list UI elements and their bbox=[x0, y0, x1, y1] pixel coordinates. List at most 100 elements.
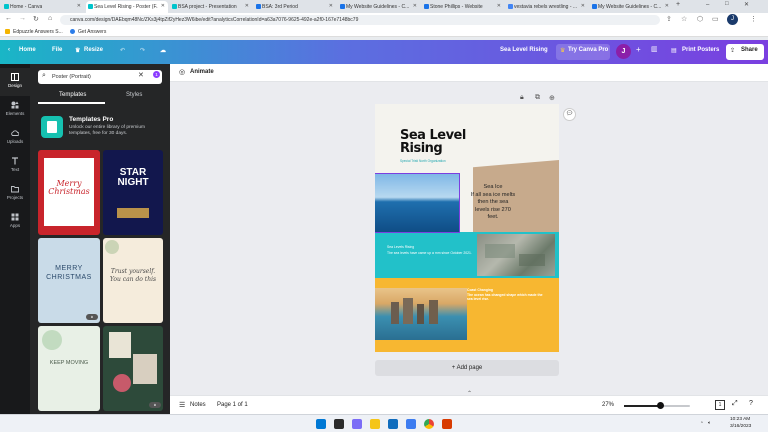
task-view-icon[interactable] bbox=[352, 419, 362, 429]
close-tab-icon[interactable]: ✕ bbox=[245, 3, 249, 9]
design-title[interactable]: Sea Level Rising bbox=[500, 47, 548, 53]
duplicate-page-icon[interactable]: ⧉ bbox=[535, 94, 540, 102]
bookmark-edpuzzle[interactable]: Edpuzzle Answers S... bbox=[13, 29, 63, 35]
help-icon[interactable]: ? bbox=[749, 400, 753, 407]
rail-item-elements[interactable]: Elements bbox=[0, 96, 30, 124]
extensions-icon[interactable]: ⬡ bbox=[697, 15, 703, 23]
body2-title[interactable]: Coast Changing bbox=[467, 288, 493, 292]
browser-tab[interactable]: My Website Guidelines - C... ✕ bbox=[338, 1, 420, 13]
insights-chart-icon[interactable]: ▥ bbox=[651, 45, 658, 53]
zoom-value[interactable]: 27% bbox=[602, 402, 614, 408]
windows-start-icon[interactable] bbox=[316, 419, 326, 429]
chrome-icon[interactable] bbox=[424, 419, 434, 429]
clock-date[interactable]: 3/16/2023 bbox=[730, 424, 751, 429]
browser-tab[interactable]: My Website Guidelines - C... ✕ bbox=[590, 1, 672, 13]
templates-pro-promo[interactable]: Templates Pro Unlock our entire library … bbox=[38, 114, 163, 142]
add-collaborator-icon[interactable]: + bbox=[636, 45, 641, 54]
bookmark-star-icon[interactable]: ☆ bbox=[681, 15, 687, 23]
redo-icon[interactable]: ↷ bbox=[140, 47, 145, 54]
browser-tab[interactable]: Sea Level Rising - Poster (F... ✕ bbox=[86, 1, 168, 13]
maximize-icon[interactable]: □ bbox=[725, 1, 729, 7]
poster-title-line2[interactable]: Rising bbox=[400, 142, 443, 155]
cloud-save-icon[interactable]: ☁ bbox=[160, 47, 166, 54]
template-thumb-star-night[interactable]: STAR NIGHT bbox=[103, 150, 163, 235]
new-tab-button[interactable]: + bbox=[676, 1, 680, 8]
submerged-city-image[interactable] bbox=[375, 288, 467, 340]
zoom-slider-handle[interactable] bbox=[656, 402, 664, 409]
flooded-city-image[interactable] bbox=[477, 234, 555, 276]
add-page-icon[interactable]: ⊕ bbox=[549, 94, 555, 102]
home-icon[interactable]: ⌂ bbox=[48, 15, 52, 22]
browser-tab[interactable]: Stone Phillips - Website ✕ bbox=[422, 1, 504, 13]
rail-item-projects[interactable]: Projects bbox=[0, 180, 30, 208]
body2-text[interactable]: The ocean has changed shape which made t… bbox=[467, 293, 547, 301]
close-tab-icon[interactable]: ✕ bbox=[413, 3, 417, 9]
browser-tab[interactable]: Home - Canva ✕ bbox=[2, 1, 84, 13]
notes-button[interactable]: Notes bbox=[190, 402, 206, 408]
tab-templates[interactable]: Templates bbox=[59, 92, 86, 98]
grid-view-icon[interactable]: 1 bbox=[715, 400, 725, 410]
back-icon[interactable]: ← bbox=[5, 15, 12, 22]
minimize-icon[interactable]: – bbox=[706, 2, 709, 8]
body1-title[interactable]: Sea Levels Rising bbox=[387, 245, 414, 249]
resize-button[interactable]: Resize bbox=[84, 47, 103, 53]
print-posters-button[interactable]: ▤ Print Posters bbox=[668, 44, 722, 60]
sidebar-icon[interactable]: ▭ bbox=[712, 15, 719, 23]
clock-time[interactable]: 10:23 AM bbox=[730, 417, 750, 422]
template-thumb-keep-moving[interactable]: KEEP MOVING bbox=[38, 326, 100, 411]
rail-item-design[interactable]: Design bbox=[0, 68, 30, 96]
rail-item-uploads[interactable]: Uploads bbox=[0, 124, 30, 152]
page-indicator[interactable]: Page 1 of 1 bbox=[217, 402, 248, 408]
template-thumb-merry-christmas[interactable]: Merry Christmas bbox=[38, 150, 100, 235]
fullscreen-icon[interactable]: ⤢ bbox=[732, 400, 738, 408]
volume-icon[interactable]: 🔈︎ bbox=[708, 420, 711, 426]
template-thumb-trust-yourself[interactable]: Trust yourself. You can do this bbox=[103, 238, 163, 323]
undo-icon[interactable]: ↶ bbox=[120, 47, 125, 54]
share-page-icon[interactable]: ⇪ bbox=[666, 15, 672, 23]
reload-icon[interactable]: ↻ bbox=[33, 15, 39, 23]
user-avatar[interactable]: J bbox=[616, 44, 631, 59]
animate-button[interactable]: Animate bbox=[190, 69, 214, 75]
ocean-horizon-image[interactable] bbox=[375, 173, 460, 233]
tab-styles[interactable]: Styles bbox=[126, 92, 142, 98]
browser-menu-icon[interactable]: ⋮ bbox=[750, 15, 757, 23]
close-tab-icon[interactable]: ✕ bbox=[77, 3, 81, 9]
zoom-slider-track[interactable] bbox=[624, 402, 690, 409]
office-icon[interactable] bbox=[442, 419, 452, 429]
rail-item-apps[interactable]: Apps bbox=[0, 208, 30, 236]
body1-text[interactable]: The sea levels have came up a mm since O… bbox=[387, 251, 475, 256]
filter-icon[interactable]: ☰ bbox=[142, 73, 148, 81]
close-tab-icon[interactable]: ✕ bbox=[161, 3, 165, 9]
close-tab-icon[interactable]: ✕ bbox=[329, 3, 333, 9]
browser-tab[interactable]: BSA: 3rd Period ✕ bbox=[254, 1, 336, 13]
lock-icon[interactable]: 🔒︎ bbox=[520, 94, 524, 102]
back-chevron-icon[interactable]: ‹ bbox=[8, 47, 10, 53]
close-tab-icon[interactable]: ✕ bbox=[665, 3, 669, 9]
bookmark-get-answers[interactable]: Get Answers bbox=[78, 29, 106, 35]
template-thumb-merry-christmas-blue[interactable]: MERRY CHRISTMAS ♛ bbox=[38, 238, 100, 323]
sea-ice-callout[interactable]: Sea Ice If all sea ice melts then the se… bbox=[463, 184, 523, 222]
poster-subtitle[interactable]: Special Tristi North Organization bbox=[400, 159, 446, 163]
file-explorer-icon[interactable] bbox=[370, 419, 380, 429]
close-tab-icon[interactable]: ✕ bbox=[581, 3, 585, 9]
network-icon[interactable]: ◔ bbox=[700, 420, 703, 426]
browser-tab[interactable]: vestavia rebels wrestling - ... ✕ bbox=[506, 1, 588, 13]
file-menu-button[interactable]: File bbox=[52, 47, 62, 53]
browser-tab[interactable]: BSA project - Presentation ✕ bbox=[170, 1, 252, 13]
home-button[interactable]: Home bbox=[19, 47, 36, 53]
close-tab-icon[interactable]: ✕ bbox=[497, 3, 501, 9]
poster-page[interactable]: Sea Level Rising Special Tristi North Or… bbox=[375, 104, 559, 352]
forward-icon[interactable]: → bbox=[19, 15, 26, 22]
mail-icon[interactable] bbox=[388, 419, 398, 429]
close-window-icon[interactable]: ✕ bbox=[744, 1, 749, 8]
comment-icon[interactable]: 💬︎ bbox=[563, 108, 576, 121]
search-input[interactable] bbox=[52, 72, 138, 82]
add-page-button[interactable]: + Add page bbox=[375, 360, 559, 376]
share-button[interactable]: ⇪ Share bbox=[726, 44, 764, 60]
try-pro-button[interactable]: ♛ Try Canva Pro bbox=[556, 44, 610, 60]
profile-avatar[interactable]: J bbox=[727, 14, 738, 25]
search-taskbar-icon[interactable] bbox=[334, 419, 344, 429]
url-field[interactable]: canva.com/design/DAEbqm48Nc/ZKs3j4tpZif2… bbox=[60, 15, 660, 25]
template-thumb-photo-collage[interactable]: ♛ bbox=[103, 326, 163, 411]
store-icon[interactable] bbox=[406, 419, 416, 429]
